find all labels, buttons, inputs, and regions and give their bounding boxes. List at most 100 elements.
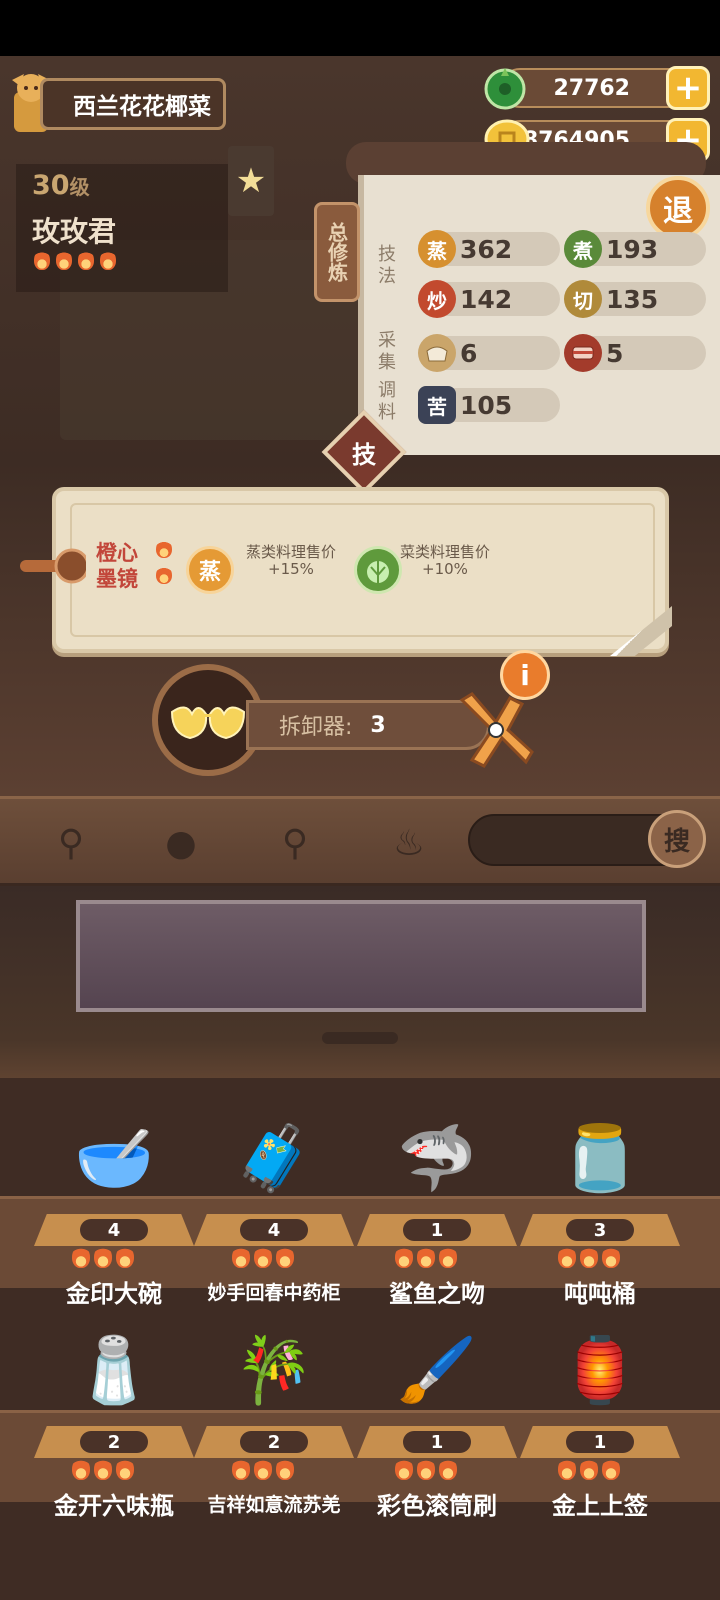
- cabinet-icon: 🧳: [234, 1121, 314, 1196]
- section-gather-label: 采集: [378, 330, 396, 373]
- flame-icon: [94, 1458, 112, 1480]
- section-seasoning-label: 调料: [378, 380, 396, 423]
- flame-icon: [232, 1246, 250, 1268]
- item-count-band: 4: [194, 1214, 354, 1246]
- item-name: 彩色滚筒刷: [377, 1492, 497, 1520]
- skill-value: 362: [460, 234, 513, 264]
- item-name: 吉祥如意流苏羌: [207, 1494, 341, 1516]
- rice-icon: [418, 334, 456, 372]
- item-card[interactable]: 🫙 3 吨吨桶: [520, 1110, 680, 1310]
- item-card[interactable]: 🦈 1 鲨鱼之吻: [357, 1110, 517, 1310]
- item-name: 鲨鱼之吻: [389, 1280, 485, 1308]
- item-count: 4: [240, 1219, 308, 1241]
- spatula-filter-icon[interactable]: ⚲: [46, 818, 96, 868]
- item-flames: [558, 1246, 620, 1268]
- item-card[interactable]: 🧂 2 金开六味瓶: [34, 1322, 194, 1522]
- player-level: 30级: [32, 170, 90, 201]
- total-training-tag[interactable]: 总修炼: [314, 202, 360, 302]
- effect-vegetable-text: 菜类料理售价+10%: [399, 543, 490, 578]
- flame-icon: [254, 1458, 272, 1480]
- boil-icon: 煮: [564, 230, 602, 268]
- dismantler-tool-icon[interactable]: [452, 690, 536, 770]
- skill-fry: 炒 142: [418, 280, 560, 318]
- flame-icon: [439, 1246, 457, 1268]
- flame-filter-icon[interactable]: ♨: [384, 818, 434, 868]
- skill-value: 142: [460, 284, 513, 314]
- flame-icon: [56, 250, 72, 270]
- flame-icon: [34, 250, 50, 270]
- status-bar: [0, 0, 720, 56]
- add-jade-button[interactable]: +: [666, 66, 710, 110]
- flame-icon: [276, 1246, 294, 1268]
- item-flames: [395, 1246, 457, 1268]
- flame-icon: [116, 1458, 134, 1480]
- item-count-band: 1: [520, 1426, 680, 1458]
- flame-icon: [558, 1458, 576, 1480]
- bottle-icon: 🫙: [560, 1121, 640, 1196]
- flame-icon: [156, 540, 172, 558]
- heart-sunglasses-icon: [170, 706, 246, 740]
- search-button[interactable]: 搜: [648, 810, 706, 868]
- pin-icon: [20, 548, 86, 584]
- roller-icon: 🖌️: [397, 1333, 477, 1408]
- item-name: 吨吨桶: [564, 1280, 636, 1308]
- item-count: 1: [403, 1431, 471, 1453]
- flame-icon: [232, 1458, 250, 1480]
- skill-steam: 蒸 362: [418, 230, 560, 268]
- flame-icon: [602, 1458, 620, 1480]
- skill-value: 135: [606, 284, 659, 314]
- shark-icon: 🦈: [397, 1121, 477, 1196]
- flame-icon: [580, 1458, 598, 1480]
- exit-button[interactable]: 退: [646, 176, 710, 240]
- flame-icon: [395, 1246, 413, 1268]
- pan-filter-icon[interactable]: ⚲: [270, 818, 320, 868]
- item-count: 1: [566, 1431, 634, 1453]
- skill-value: 193: [606, 234, 659, 264]
- flame-icon: [558, 1246, 576, 1268]
- item-count: 3: [566, 1219, 634, 1241]
- restaurant-name-plate[interactable]: 西兰花花椰菜: [40, 78, 226, 130]
- bag-filter-icon[interactable]: ●: [156, 818, 206, 868]
- flame-icon: [72, 1246, 90, 1268]
- flame-icon: [94, 1246, 112, 1268]
- restaurant-name: 西兰花花椰菜: [73, 94, 211, 120]
- item-flames: [72, 1458, 134, 1480]
- flame-icon: [602, 1246, 620, 1268]
- player-flames: [34, 250, 116, 270]
- dismantler-count: 3: [370, 712, 386, 738]
- level-unit: 级: [69, 175, 90, 199]
- item-count-band: 4: [34, 1214, 194, 1246]
- favorite-star-icon[interactable]: ★: [228, 146, 274, 216]
- tech-tab-label: 技: [352, 440, 376, 469]
- item-name: 金印大碗: [66, 1280, 162, 1308]
- jade-icon: [484, 68, 526, 110]
- item-card[interactable]: 🥣 4 金印大碗: [34, 1110, 194, 1310]
- jade-counter: 27762: [500, 68, 694, 108]
- level-number: 30: [32, 170, 70, 201]
- item-count-band: 1: [357, 1426, 517, 1458]
- steam-icon: 蒸: [418, 230, 456, 268]
- bowl-icon: 🥣: [74, 1121, 154, 1196]
- jade-amount: 27762: [553, 75, 630, 101]
- effect-steam-text: 蒸类料理售价+15%: [245, 543, 336, 578]
- flute-icon: 🎋: [234, 1333, 314, 1408]
- item-count: 1: [403, 1219, 471, 1241]
- drawer-handle[interactable]: [322, 1032, 398, 1044]
- flame-icon: [72, 1458, 90, 1480]
- item-card[interactable]: 🖌️ 1 彩色滚筒刷: [357, 1322, 517, 1522]
- item-count: 4: [80, 1219, 148, 1241]
- item-card[interactable]: 🏮 1 金上上签: [520, 1322, 680, 1522]
- item-card[interactable]: 🧳 4 妙手回春中药柜: [194, 1110, 354, 1310]
- item-name: 妙手回春中药柜: [207, 1282, 341, 1304]
- meat-icon: [564, 334, 602, 372]
- skill-value: 105: [460, 390, 513, 420]
- flame-icon: [276, 1458, 294, 1480]
- flame-icon: [254, 1246, 272, 1268]
- skill-value: 5: [606, 338, 624, 368]
- flame-icon: [156, 566, 172, 584]
- flame-icon: [439, 1458, 457, 1480]
- item-card[interactable]: 🎋 2 吉祥如意流苏羌: [194, 1322, 354, 1522]
- cut-icon: 切: [564, 280, 602, 318]
- item-count: 2: [240, 1431, 308, 1453]
- skill-boil: 煮 193: [564, 230, 706, 268]
